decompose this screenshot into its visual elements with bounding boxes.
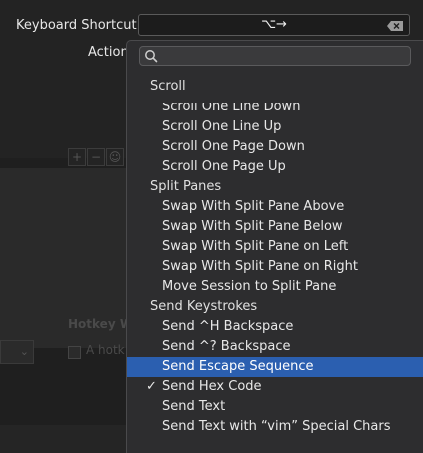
menu-item[interactable]: Swap With Split Pane Above xyxy=(127,197,423,217)
hotkey-checkbox-label: A hotk xyxy=(86,343,125,357)
shortcut-value: ⌥→ xyxy=(261,17,287,32)
menu-item[interactable]: Send Text with “vim” Special Chars xyxy=(127,417,423,437)
menu-item-label: Send ^? Backspace xyxy=(162,339,291,354)
background-add-remove: + − ☺ xyxy=(68,148,126,166)
menu-item-label: Send Hex Code xyxy=(162,379,262,394)
menu-item-label: Swap With Split Pane on Right xyxy=(162,259,358,274)
menu-item[interactable]: Scroll One Page Down xyxy=(127,137,423,157)
menu-item-label: Send Escape Sequence xyxy=(162,359,314,374)
menu-item-label: Send ^H Backspace xyxy=(162,319,294,334)
menu-item[interactable]: Send ^? Backspace xyxy=(127,337,423,357)
chevron-down-icon: ⌄ xyxy=(19,345,29,358)
menu-item-label: Swap With Split Pane on Left xyxy=(162,239,349,254)
action-label: Action xyxy=(88,45,129,60)
menu-item-label: Swap With Split Pane Above xyxy=(162,199,345,214)
menu-item[interactable]: Send ^H Backspace xyxy=(127,317,423,337)
remove-icon: − xyxy=(87,148,105,166)
menu-item-label: Send Text xyxy=(162,399,226,414)
settings-icon: ☺ xyxy=(106,148,124,166)
menu-item-label: Swap With Split Pane Below xyxy=(162,219,343,234)
menu-item-label: Scroll One Line Up xyxy=(162,119,282,134)
menu-item-label: Move Session to Split Pane xyxy=(162,279,337,294)
menu-item[interactable]: Move Session to Split Pane xyxy=(127,277,423,297)
menu-item[interactable]: Scroll One Page Up xyxy=(127,157,423,177)
menu-item[interactable]: Swap With Split Pane on Left xyxy=(127,237,423,257)
menu-item[interactable]: Swap With Split Pane on Right xyxy=(127,257,423,277)
hotkey-heading: Hotkey W xyxy=(68,317,134,331)
menu-item-label: Scroll One Page Down xyxy=(162,139,305,154)
background-footer xyxy=(0,425,130,453)
menu-item[interactable]: Send Escape Sequence xyxy=(127,357,423,377)
menu-item[interactable]: Send Text xyxy=(127,397,423,417)
add-icon: + xyxy=(68,148,86,166)
menu-search-box[interactable] xyxy=(139,46,411,66)
hotkey-checkbox xyxy=(68,346,81,359)
menu-item[interactable]: Scroll One Line Up xyxy=(127,117,423,137)
menu-list: Scroll Scroll One Line Down Scroll One Lin… xyxy=(127,77,423,437)
menu-item[interactable]: ✓ Send Hex Code xyxy=(127,377,423,397)
action-dropdown-menu: Scroll Scroll One Line Down Scroll One Lin… xyxy=(126,40,423,453)
menu-section-header: Send Keystrokes xyxy=(150,299,258,314)
scroll-clip xyxy=(127,97,423,103)
keyboard-shortcut-label: Keyboard Shortcut xyxy=(16,18,137,33)
menu-search-input[interactable] xyxy=(162,48,406,66)
menu-item-label: Send Text with “vim” Special Chars xyxy=(162,419,391,434)
clear-shortcut-icon[interactable] xyxy=(386,20,404,32)
search-icon xyxy=(145,50,158,63)
menu-item-label: Scroll One Page Up xyxy=(162,159,286,174)
menu-item[interactable]: Swap With Split Pane Below xyxy=(127,217,423,237)
keyboard-shortcut-field[interactable]: ⌥→ xyxy=(138,14,410,36)
menu-section-header: Split Panes xyxy=(150,179,222,194)
checkmark-icon: ✓ xyxy=(146,379,157,394)
background-panel xyxy=(0,158,130,453)
background-select: ⌄ xyxy=(0,340,34,364)
menu-section-header: Scroll xyxy=(150,79,186,94)
